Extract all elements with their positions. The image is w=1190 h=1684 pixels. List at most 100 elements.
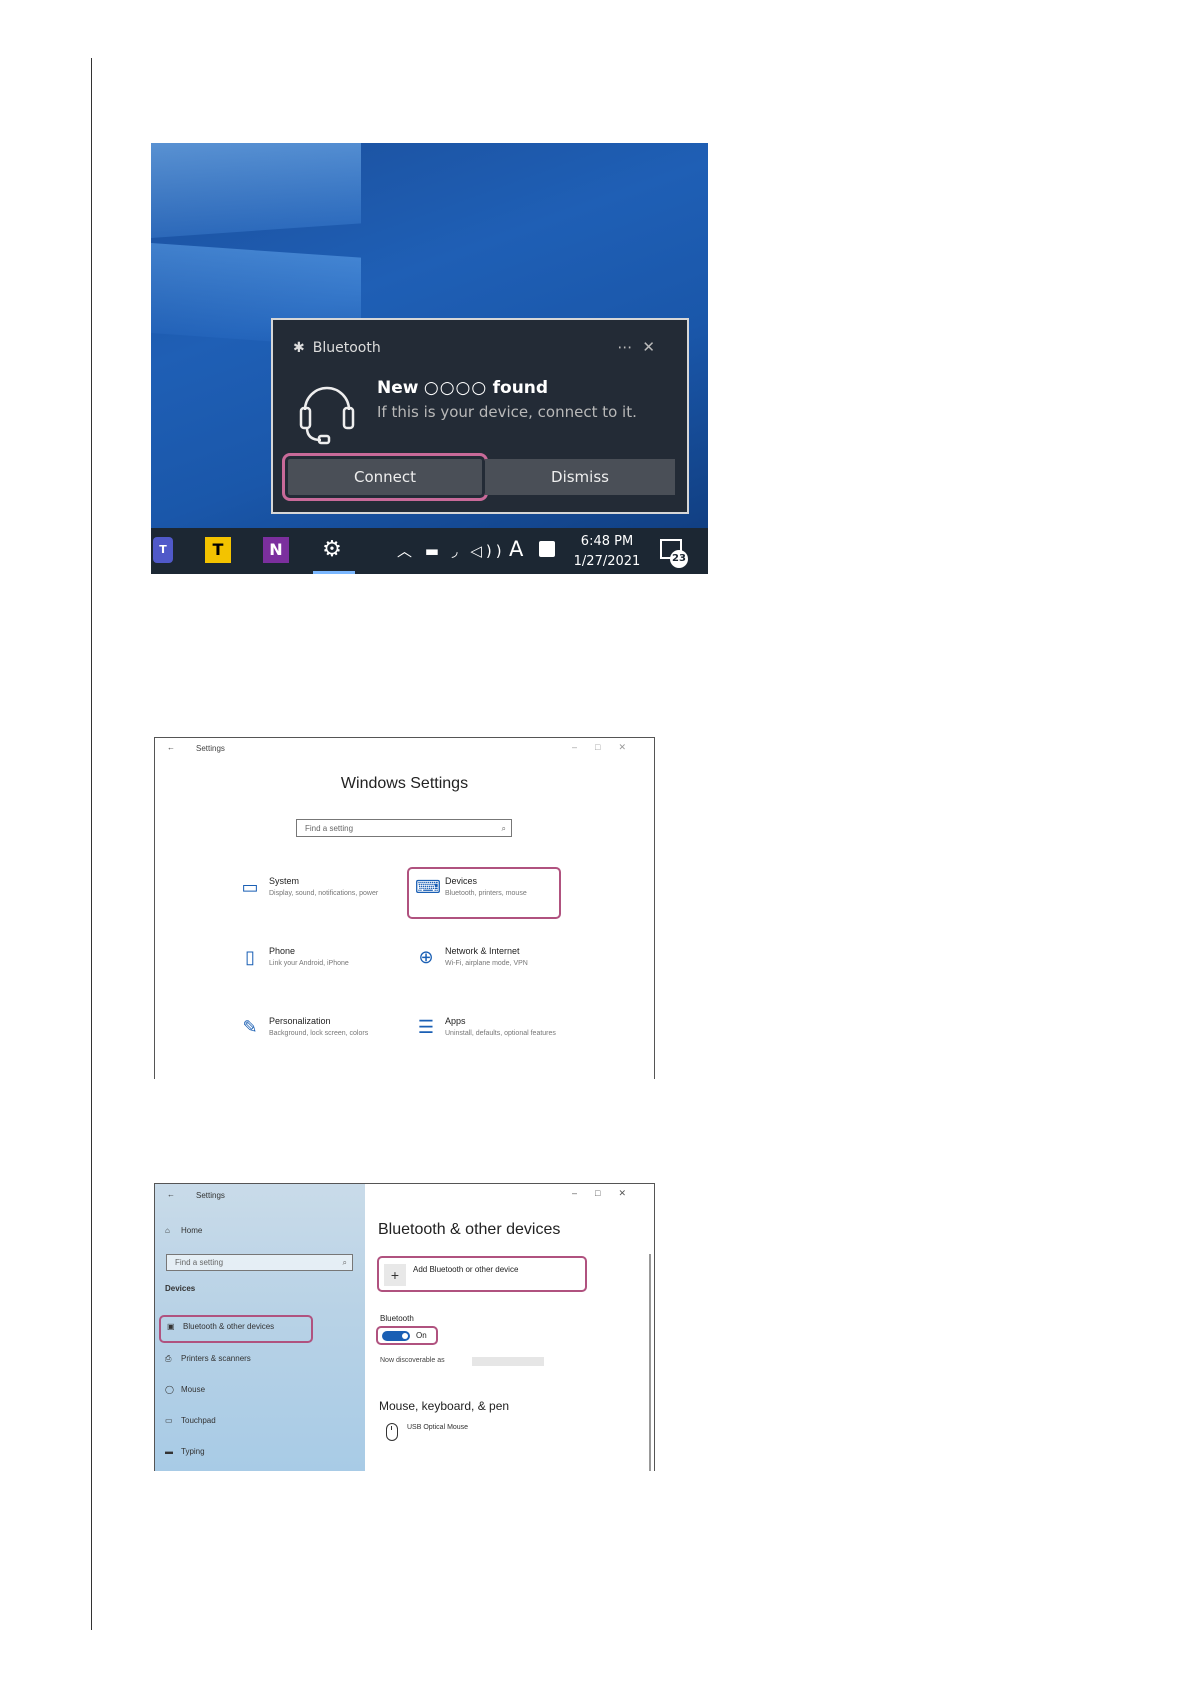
close-icon[interactable]: ✕ <box>618 1188 644 1198</box>
category-network[interactable]: ⊕ Network & Internet Wi-Fi, airplane mod… <box>415 944 565 988</box>
clock[interactable]: 6:48 PM 1/27/2021 <box>571 532 643 572</box>
teams-icon[interactable]: T <box>153 537 173 563</box>
mouse-device-icon <box>386 1423 398 1441</box>
search-icon: ⌕ <box>501 824 506 833</box>
bluetooth-icon: ✱ <box>293 340 305 356</box>
devices-highlight <box>407 867 561 919</box>
window-title: Settings <box>196 1191 225 1200</box>
home-icon: ⌂ <box>165 1226 170 1235</box>
connect-button[interactable]: Connect <box>282 453 488 501</box>
bluetooth-nav-highlight <box>159 1315 313 1343</box>
settings-sidebar: ← Settings ⌂ Home Find a setting ⌕ Device… <box>155 1184 365 1471</box>
add-device-button[interactable]: + Add Bluetooth or other device <box>377 1256 587 1292</box>
category-apps[interactable]: ☰ Apps Uninstall, defaults, optional fea… <box>415 1014 565 1058</box>
window-controls: –□✕ <box>572 742 644 753</box>
bluetooth-toggle[interactable] <box>382 1331 410 1341</box>
toast-subtitle: If this is your device, connect to it. <box>377 403 637 421</box>
headset-icon <box>299 386 355 445</box>
category-name: Network & Internet <box>445 946 520 956</box>
keyboard-icon: ▬ <box>165 1447 173 1456</box>
battery-icon[interactable]: ▬ <box>425 542 443 560</box>
sidebar-section-devices: Devices <box>165 1284 196 1293</box>
category-system[interactable]: ▭ System Display, sound, notifications, … <box>239 874 389 918</box>
sidebar-item-label: Home <box>181 1226 203 1235</box>
sidebar-item-typing[interactable]: ▬ Typing <box>165 1447 205 1456</box>
phone-icon: ▯ <box>245 947 255 967</box>
close-icon[interactable]: ✕ <box>642 338 665 356</box>
toast-title-prefix: New <box>377 378 419 398</box>
device-name[interactable]: USB Optical Mouse <box>407 1424 468 1431</box>
desktop-screenshot: ✱ Bluetooth ⋯✕ New ○○○○ found If this is … <box>151 143 708 574</box>
discoverable-text: Now discoverable as <box>380 1357 445 1364</box>
bluetooth-settings-screenshot: ← Settings ⌂ Home Find a setting ⌕ Device… <box>154 1183 655 1471</box>
wifi-icon[interactable]: ◞ <box>452 542 462 560</box>
page-title: Windows Settings <box>340 775 469 792</box>
category-name: Personalization <box>269 1016 331 1026</box>
search-input[interactable]: Find a setting ⌕ <box>166 1254 353 1271</box>
taskbar: T T N ⚙ ︿ ▬ ◞ ◁)) A 6:48 PM 1/27/2021 23 <box>151 528 708 574</box>
action-center-icon[interactable]: 23 <box>658 537 688 568</box>
sidebar-item-mouse[interactable]: ◯ Mouse <box>165 1385 205 1394</box>
scrollbar[interactable] <box>649 1254 651 1471</box>
add-device-label: Add Bluetooth or other device <box>413 1265 519 1274</box>
bluetooth-label: Bluetooth <box>380 1314 414 1323</box>
tray-app-icon[interactable] <box>539 541 555 557</box>
apps-icon: ☰ <box>417 1017 435 1037</box>
mouse-icon: ◯ <box>165 1385 174 1394</box>
clock-date: 1/27/2021 <box>573 554 641 569</box>
search-placeholder: Find a setting <box>175 1258 224 1267</box>
sidebar-item-printers[interactable]: ⎙ Printers & scanners <box>165 1354 251 1364</box>
sidebar-item-label: Mouse <box>181 1385 206 1394</box>
chevron-up-icon[interactable]: ︿ <box>397 542 416 560</box>
globe-icon: ⊕ <box>418 947 434 967</box>
sidebar-item-home[interactable]: ⌂ Home <box>165 1226 202 1235</box>
title-bar: ← Settings –□✕ <box>155 738 654 758</box>
close-icon[interactable]: ✕ <box>618 742 644 752</box>
category-desc: Uninstall, defaults, optional features <box>445 1030 556 1037</box>
toast-app-name: Bluetooth <box>312 340 381 356</box>
category-phone[interactable]: ▯ Phone Link your Android, iPhone <box>239 944 389 988</box>
more-icon[interactable]: ⋯ <box>617 338 642 356</box>
search-placeholder: Find a setting <box>305 824 354 833</box>
settings-gear-icon[interactable]: ⚙ <box>319 537 345 563</box>
category-name: System <box>269 876 300 886</box>
maximize-icon[interactable]: □ <box>595 742 618 752</box>
notification-count-badge: 23 <box>670 550 688 568</box>
category-name: Apps <box>445 1016 466 1026</box>
windows-wallpaper-pane <box>151 143 361 238</box>
search-input[interactable]: Find a setting ⌕ <box>296 819 512 837</box>
dismiss-button[interactable]: Dismiss <box>485 459 675 495</box>
section-heading-mouse-keyboard-pen: Mouse, keyboard, & pen <box>379 1399 510 1413</box>
category-personalization[interactable]: ✎ Personalization Background, lock scree… <box>239 1014 389 1058</box>
back-arrow-icon[interactable]: ← <box>167 743 175 752</box>
back-arrow-icon[interactable]: ← <box>167 1190 175 1199</box>
toggle-state-label: On <box>416 1331 427 1340</box>
touchpad-icon: ▭ <box>165 1416 173 1425</box>
windows-settings-screenshot: ← Settings –□✕ Windows Settings Find a s… <box>154 737 655 1079</box>
category-name: Phone <box>269 946 296 956</box>
page-margin-rule <box>91 58 92 1630</box>
input-method-icon[interactable]: A <box>509 537 523 561</box>
sidebar-item-touchpad[interactable]: ▭ Touchpad <box>165 1416 216 1425</box>
app-t-icon[interactable]: T <box>205 537 231 563</box>
bluetooth-notification-toast[interactable]: ✱ Bluetooth ⋯✕ New ○○○○ found If this is … <box>271 318 689 514</box>
redacted-device-name <box>472 1357 544 1366</box>
toast-header: ✱ Bluetooth <box>293 340 381 356</box>
active-app-indicator <box>313 571 355 574</box>
minimize-icon[interactable]: – <box>572 742 595 752</box>
laptop-icon: ▭ <box>241 877 259 897</box>
category-desc: Display, sound, notifications, power <box>269 890 379 897</box>
toast-title: New ○○○○ found <box>377 378 548 398</box>
maximize-icon[interactable]: □ <box>595 1188 618 1198</box>
window-title: Settings <box>196 744 225 753</box>
printer-icon: ⎙ <box>165 1354 172 1363</box>
minimize-icon[interactable]: – <box>572 1188 595 1198</box>
clock-time: 6:48 PM <box>580 534 634 549</box>
plus-icon: + <box>384 1264 406 1286</box>
category-desc: Link your Android, iPhone <box>269 960 349 967</box>
category-desc: Background, lock screen, colors <box>269 1030 369 1037</box>
onenote-icon[interactable]: N <box>263 537 289 563</box>
category-desc: Wi-Fi, airplane mode, VPN <box>445 960 528 967</box>
toast-controls: ⋯✕ <box>617 338 665 356</box>
volume-icon[interactable]: ◁)) <box>470 542 505 560</box>
